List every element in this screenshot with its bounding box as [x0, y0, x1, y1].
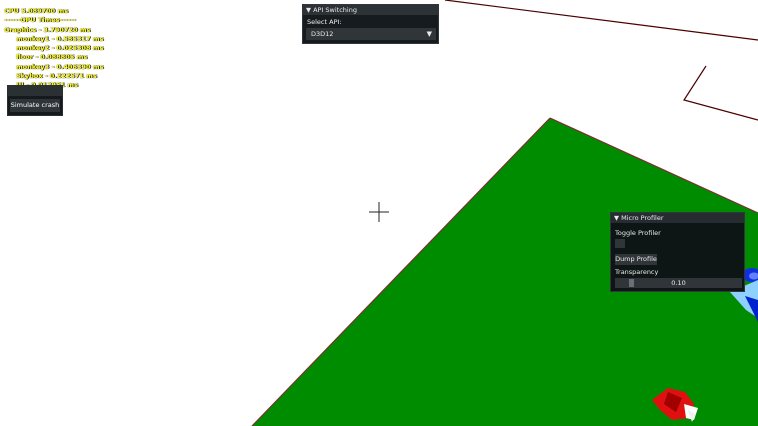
api-select-dropdown[interactable]: D3D12 ▼: [306, 28, 436, 40]
crash-panel: Simulate crash: [7, 85, 63, 116]
crash-panel-header[interactable]: [8, 86, 62, 96]
panel-title: API Switching: [313, 6, 357, 14]
micro-profiler-title-bar[interactable]: ▼ Micro Profiler: [611, 213, 744, 223]
wireframe-line-2: [683, 65, 758, 121]
gpu-header: ------GPU Times------: [4, 16, 76, 25]
triangle-down-icon[interactable]: ▼: [306, 6, 311, 14]
select-api-label: Select API:: [307, 18, 342, 26]
transparency-label: Transparency: [615, 268, 659, 276]
selected-api: D3D12: [311, 30, 334, 38]
gpu-item: Skybox - 0.222571 ms: [16, 72, 97, 81]
triangle-down-icon[interactable]: ▼: [614, 214, 619, 222]
transparency-value: 0.10: [671, 279, 686, 287]
gpu-item: monkey1 - 0.585317 ms: [16, 34, 104, 43]
api-switching-panel: ▼ API Switching Select API: D3D12 ▼: [302, 4, 439, 44]
graphics-time: Graphics - 3.790720 ms: [4, 25, 91, 34]
wireframe-line-1: [444, 0, 758, 41]
dump-profile-button[interactable]: Dump Profile: [615, 254, 657, 265]
simulate-crash-button[interactable]: Simulate crash: [10, 99, 60, 112]
cpu-time: CPU 5.089700 ms: [4, 7, 69, 15]
dropdown-arrow-icon[interactable]: ▼: [427, 28, 432, 40]
toggle-profiler-checkbox[interactable]: [615, 239, 625, 248]
crosshair-icon: [369, 202, 389, 222]
panel-title: Micro Profiler: [621, 214, 664, 222]
perf-stats-overlay: CPU 5.089700 ms ------GPU Times------ Gr…: [4, 7, 103, 91]
gpu-item: floor - 0.088805 ms: [16, 53, 88, 62]
transparency-slider[interactable]: 0.10: [615, 278, 742, 288]
api-switching-title-bar[interactable]: ▼ API Switching: [303, 5, 438, 15]
gpu-item: monkey3 - 0.406390 ms: [16, 62, 104, 71]
micro-profiler-panel: ▼ Micro Profiler Toggle Profiler Dump Pr…: [610, 212, 745, 292]
toggle-profiler-label: Toggle Profiler: [615, 229, 661, 237]
